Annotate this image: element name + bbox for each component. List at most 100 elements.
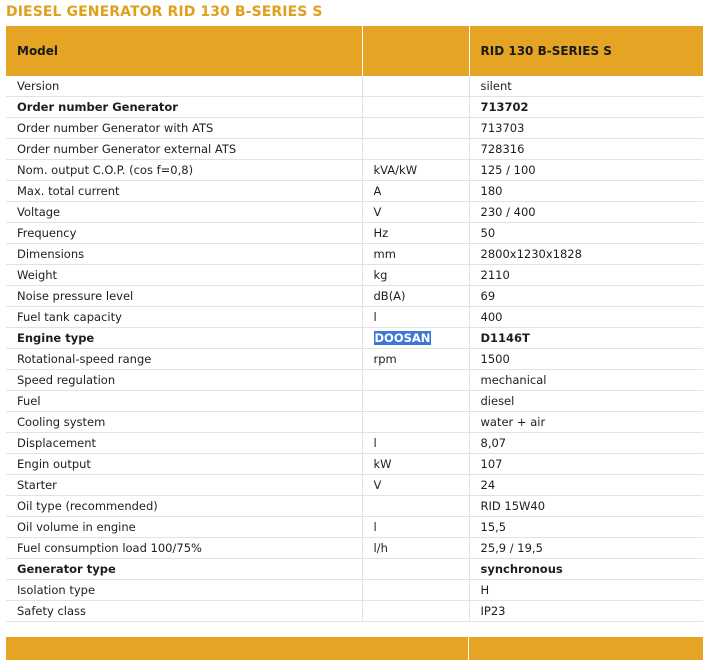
- spec-label: Oil type (recommended): [6, 495, 363, 517]
- spec-value: 25,9 / 19,5: [469, 537, 703, 559]
- table-row: Dimensions mm 2800x1230x1828: [6, 243, 703, 265]
- spec-value: 728316: [469, 138, 703, 160]
- table-row: Speed regulation mechanical: [6, 369, 703, 391]
- spec-label: Cooling system: [6, 411, 363, 433]
- table-row: Displacement l 8,07: [6, 432, 703, 454]
- spec-label: Fuel: [6, 390, 363, 412]
- spec-label: Frequency: [6, 222, 363, 244]
- spec-value: 69: [469, 285, 703, 307]
- spec-label: Fuel consumption load 100/75%: [6, 537, 363, 559]
- spec-unit-cell: l/h: [362, 537, 470, 559]
- spec-label: Order number Generator with ATS: [6, 117, 363, 139]
- spec-label: Displacement: [6, 432, 363, 454]
- spec-value: 1500: [469, 348, 703, 370]
- table-row: Max. total current A 180: [6, 180, 703, 202]
- spec-table: Model RID 130 B-SERIES S Version silent Or…: [6, 26, 703, 622]
- table-row: Order number Generator external ATS 72831…: [6, 138, 703, 160]
- spec-label: Max. total current: [6, 180, 363, 202]
- spec-unit-cell: [362, 558, 470, 580]
- footer-divider: [468, 637, 469, 660]
- spec-unit-cell: A: [362, 180, 470, 202]
- spec-value: 713703: [469, 117, 703, 139]
- table-row: Isolation type H: [6, 579, 703, 601]
- spec-value: 230 / 400: [469, 201, 703, 223]
- spec-unit-selected: DOOSAN: [373, 331, 432, 345]
- spec-label: Oil volume in engine: [6, 516, 363, 538]
- table-row: Weight kg 2110: [6, 264, 703, 286]
- spec-value: 107: [469, 453, 703, 475]
- table-row: Fuel tank capacity l 400: [6, 306, 703, 328]
- table-row: Rotational-speed range rpm 1500: [6, 348, 703, 370]
- spec-unit-cell: l: [362, 432, 470, 454]
- spec-table-body: Version silent Order number Generator 71370…: [6, 76, 703, 622]
- spec-value: IP23: [469, 600, 703, 622]
- spec-value: 400: [469, 306, 703, 328]
- spec-label: Rotational-speed range: [6, 348, 363, 370]
- spec-label: Engine type: [6, 327, 363, 349]
- spec-label: Voltage: [6, 201, 363, 223]
- spec-label: Version: [6, 76, 363, 97]
- table-row: Fuel diesel: [6, 390, 703, 412]
- spec-value: RID 15W40: [469, 495, 703, 517]
- header-model-name: RID 130 B-SERIES S: [469, 26, 703, 76]
- spec-label: Speed regulation: [6, 369, 363, 391]
- spec-unit-cell: mm: [362, 243, 470, 265]
- spec-label: Isolation type: [6, 579, 363, 601]
- spec-unit-cell: [362, 390, 470, 412]
- spec-value: 50: [469, 222, 703, 244]
- table-row: Noise pressure level dB(A) 69: [6, 285, 703, 307]
- spec-value: 2800x1230x1828: [469, 243, 703, 265]
- spec-value: H: [469, 579, 703, 601]
- table-row: Frequency Hz 50: [6, 222, 703, 244]
- spec-value: 125 / 100: [469, 159, 703, 181]
- spec-value: synchronous: [469, 558, 703, 580]
- spec-unit-cell: [362, 76, 470, 97]
- spec-value: 180: [469, 180, 703, 202]
- header-model: Model: [6, 26, 363, 76]
- spec-unit-cell: Hz: [362, 222, 470, 244]
- spec-unit-cell: [362, 369, 470, 391]
- table-row: Oil volume in engine l 15,5: [6, 516, 703, 538]
- spec-value: 2110: [469, 264, 703, 286]
- spec-value: mechanical: [469, 369, 703, 391]
- spec-unit-cell: rpm: [362, 348, 470, 370]
- spec-unit-cell: [362, 138, 470, 160]
- spec-unit-cell: [362, 96, 470, 118]
- spec-label: Starter: [6, 474, 363, 496]
- table-row: Safety class IP23: [6, 600, 703, 622]
- spec-unit-cell: kVA/kW: [362, 159, 470, 181]
- spec-unit-cell: [362, 117, 470, 139]
- table-header-row: Model RID 130 B-SERIES S: [6, 26, 703, 76]
- spec-unit-cell: [362, 579, 470, 601]
- spec-value: 713702: [469, 96, 703, 118]
- spec-unit-cell: kW: [362, 453, 470, 475]
- spec-label: Fuel tank capacity: [6, 306, 363, 328]
- spec-value: 24: [469, 474, 703, 496]
- table-row: Order number Generator with ATS 713703: [6, 117, 703, 139]
- table-row: Voltage V 230 / 400: [6, 201, 703, 223]
- table-row: Fuel consumption load 100/75% l/h 25,9 / 1…: [6, 537, 703, 559]
- spec-value: diesel: [469, 390, 703, 412]
- spec-unit-cell: V: [362, 474, 470, 496]
- table-row: Nom. output C.O.P. (cos f=0,8) kVA/kW 125 …: [6, 159, 703, 181]
- spec-value: 8,07: [469, 432, 703, 454]
- spec-unit-cell: kg: [362, 264, 470, 286]
- spec-unit-cell: dB(A): [362, 285, 470, 307]
- spec-label: Dimensions: [6, 243, 363, 265]
- spec-label: Engin output: [6, 453, 363, 475]
- spec-label: Order number Generator: [6, 96, 363, 118]
- table-row: Cooling system water + air: [6, 411, 703, 433]
- table-row: Oil type (recommended) RID 15W40: [6, 495, 703, 517]
- spec-unit-cell: [362, 411, 470, 433]
- spec-unit-cell: DOOSAN: [362, 327, 470, 349]
- spec-label: Weight: [6, 264, 363, 286]
- table-row: Engine type DOOSAN D1146T: [6, 327, 703, 349]
- spec-value: 15,5: [469, 516, 703, 538]
- table-row: Generator type synchronous: [6, 558, 703, 580]
- page-title: DIESEL GENERATOR RID 130 B-SERIES S: [6, 4, 323, 20]
- table-row: Order number Generator 713702: [6, 96, 703, 118]
- footer-bar: [6, 637, 703, 660]
- spec-unit-cell: l: [362, 516, 470, 538]
- spec-unit-cell: [362, 600, 470, 622]
- spec-label: Noise pressure level: [6, 285, 363, 307]
